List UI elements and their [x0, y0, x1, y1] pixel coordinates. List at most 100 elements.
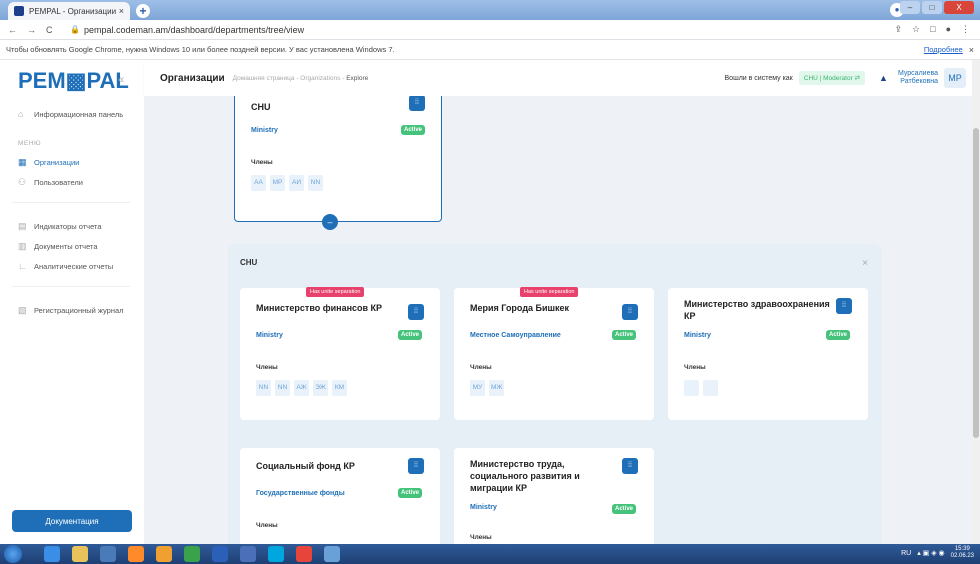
members-label: Члены — [470, 534, 492, 541]
org-name: Министерство финансов КР — [256, 303, 383, 313]
sidebar-item-organizations[interactable]: ▦ Организации — [18, 158, 79, 168]
tray-icons[interactable]: ▴ ▣ ◈ ◉ — [917, 549, 944, 557]
word-icon[interactable] — [212, 546, 228, 562]
sidebar-item-users[interactable]: ⚇ Пользователи — [18, 178, 83, 188]
children-panel: CHU × Has unite separation Министерство … — [228, 244, 882, 544]
notification-bell-icon[interactable]: ▲ — [879, 73, 888, 83]
firefox-icon[interactable] — [128, 546, 144, 562]
org-menu-icon[interactable]: ⁞⁞ — [622, 458, 638, 474]
browser-tab[interactable]: PEMPAL - Организации × — [8, 2, 130, 20]
breadcrumb-current: Explore — [346, 74, 369, 82]
home-icon: ⌂ — [18, 109, 24, 119]
excel-icon[interactable] — [184, 546, 200, 562]
window-controls: – □ X — [900, 1, 974, 14]
member-avatar[interactable]: МУ — [470, 380, 485, 396]
sidebar-item-registration-log[interactable]: ▧ Регистрационный журнал — [18, 306, 124, 316]
role-switch-button[interactable]: CHU | Moderator ⇄ — [798, 71, 866, 85]
panel-close-icon[interactable]: × — [862, 258, 868, 269]
window-close-button[interactable]: X — [944, 1, 974, 14]
member-avatar[interactable]: КМ — [332, 380, 347, 396]
page-scrollbar[interactable] — [972, 60, 980, 544]
media-icon[interactable] — [100, 546, 116, 562]
org-type: Местное Самоуправление — [470, 332, 561, 339]
collapse-children-button[interactable]: – — [322, 214, 338, 230]
member-avatar[interactable]: ЭЖ — [313, 380, 328, 396]
org-card[interactable]: Министерство здравоохранения КР ⁞⁞ Minis… — [668, 288, 868, 420]
member-avatar[interactable]: NN — [275, 380, 290, 396]
language-indicator[interactable]: RU — [901, 550, 911, 557]
minimize-button[interactable]: – — [900, 1, 920, 14]
org-type: Ministry — [251, 127, 278, 134]
bookmark-star-icon[interactable]: ☆ — [912, 24, 920, 35]
member-avatar[interactable]: NN — [308, 175, 323, 191]
scrollbar-thumb[interactable] — [973, 128, 979, 438]
member-avatar[interactable]: АИ — [289, 175, 304, 191]
breadcrumb-organizations[interactable]: Organizations — [300, 75, 340, 82]
chrome-icon[interactable] — [296, 546, 312, 562]
member-avatar[interactable]: АЖ — [294, 380, 309, 396]
share-icon[interactable]: ⇪ — [895, 24, 903, 35]
taskbar-apps — [44, 546, 340, 562]
ie-icon[interactable] — [44, 546, 60, 562]
sidebar-item-report-indicators[interactable]: ▤ Индикаторы отчета — [18, 221, 102, 232]
member-avatar[interactable]: AA — [251, 175, 266, 191]
org-menu-icon[interactable]: ⁞⁞ — [622, 304, 638, 320]
documentation-button[interactable]: Документация — [12, 510, 132, 532]
sidebar-item-label: Аналитические отчеты — [34, 262, 114, 271]
sidepanel-icon[interactable]: □ — [930, 24, 935, 35]
infobar-close-icon[interactable]: × — [969, 45, 974, 55]
account-icon[interactable]: ● — [946, 24, 951, 35]
org-type: Ministry — [470, 504, 497, 511]
page-title: Организации — [160, 72, 225, 84]
skype-icon[interactable] — [268, 546, 284, 562]
user-app-icon[interactable] — [324, 546, 340, 562]
status-badge: Active — [398, 330, 423, 340]
clock[interactable]: 15:39 02.06.23 — [951, 546, 974, 560]
sidebar-item-analytic-reports[interactable]: ∟ Аналитические отчеты — [18, 262, 114, 272]
status-badge: Active — [612, 330, 637, 340]
sidebar-item-report-documents[interactable]: ▥ Документы отчета — [18, 242, 98, 252]
page-header: Организации Домашняя страница - Organiza… — [144, 60, 972, 96]
sidebar-item-dashboard[interactable]: ⌂ Информационная панель — [18, 109, 123, 120]
sidebar-collapse-icon[interactable]: « — [118, 74, 124, 86]
tab-close-icon[interactable]: × — [119, 6, 124, 16]
app-icon[interactable] — [156, 546, 172, 562]
new-tab-button[interactable]: + — [136, 4, 150, 18]
url-field[interactable]: 🔒 pempal.codeman.am/dashboard/department… — [70, 25, 895, 35]
members-label: Члены — [470, 364, 492, 371]
user-name[interactable]: Мурсалиева Ратбековна — [898, 70, 938, 86]
member-avatar[interactable] — [684, 380, 699, 396]
org-card[interactable]: Министерство труда, социального развития… — [454, 448, 654, 544]
explorer-icon[interactable] — [72, 546, 88, 562]
member-avatar[interactable]: MP — [270, 175, 285, 191]
kebab-menu-icon[interactable]: ⋮ — [961, 24, 970, 35]
org-card[interactable]: Has unite separation Министерство финанс… — [240, 287, 440, 420]
member-avatar[interactable] — [703, 380, 718, 396]
sidebar-item-label: Документы отчета — [34, 242, 98, 251]
org-menu-icon[interactable]: ⁞⁞ — [408, 458, 424, 474]
member-avatar[interactable]: NN — [256, 380, 271, 396]
members-label: Члены — [684, 364, 706, 371]
reload-icon[interactable]: C — [46, 25, 53, 35]
infobar-more-link[interactable]: Подробнее — [924, 45, 963, 54]
windows-start-icon[interactable] — [4, 545, 22, 563]
members-label: Члены — [256, 522, 278, 529]
visio-icon[interactable] — [240, 546, 256, 562]
breadcrumb-home[interactable]: Домашняя страница — [233, 75, 295, 82]
org-menu-icon[interactable]: ⁞⁞ — [409, 96, 425, 111]
org-card-root[interactable]: CHU ⁞⁞ Ministry Active Члены AA MP АИ NN — [234, 96, 442, 222]
member-avatar[interactable]: МЖ — [489, 380, 505, 396]
org-card[interactable]: Has unite separation Мерия Города Бишкек… — [454, 287, 654, 420]
org-menu-icon[interactable]: ⁞⁞ — [836, 298, 852, 314]
back-icon[interactable]: ← — [8, 25, 17, 35]
infobar-message: Чтобы обновлять Google Chrome, нужна Win… — [6, 45, 395, 54]
org-card[interactable]: Социальный фонд КР ⁞⁞ Государственные фо… — [240, 448, 440, 544]
document-icon: ▤ — [18, 221, 27, 231]
members-label: Члены — [251, 159, 273, 166]
org-menu-icon[interactable]: ⁞⁞ — [408, 304, 424, 320]
forward-icon[interactable]: → — [27, 25, 36, 35]
maximize-button[interactable]: □ — [922, 1, 942, 14]
pempal-logo[interactable]: PEM▩PAL — [18, 68, 129, 94]
chrome-update-infobar: Чтобы обновлять Google Chrome, нужна Win… — [0, 40, 980, 60]
avatar[interactable]: MP — [944, 68, 966, 88]
